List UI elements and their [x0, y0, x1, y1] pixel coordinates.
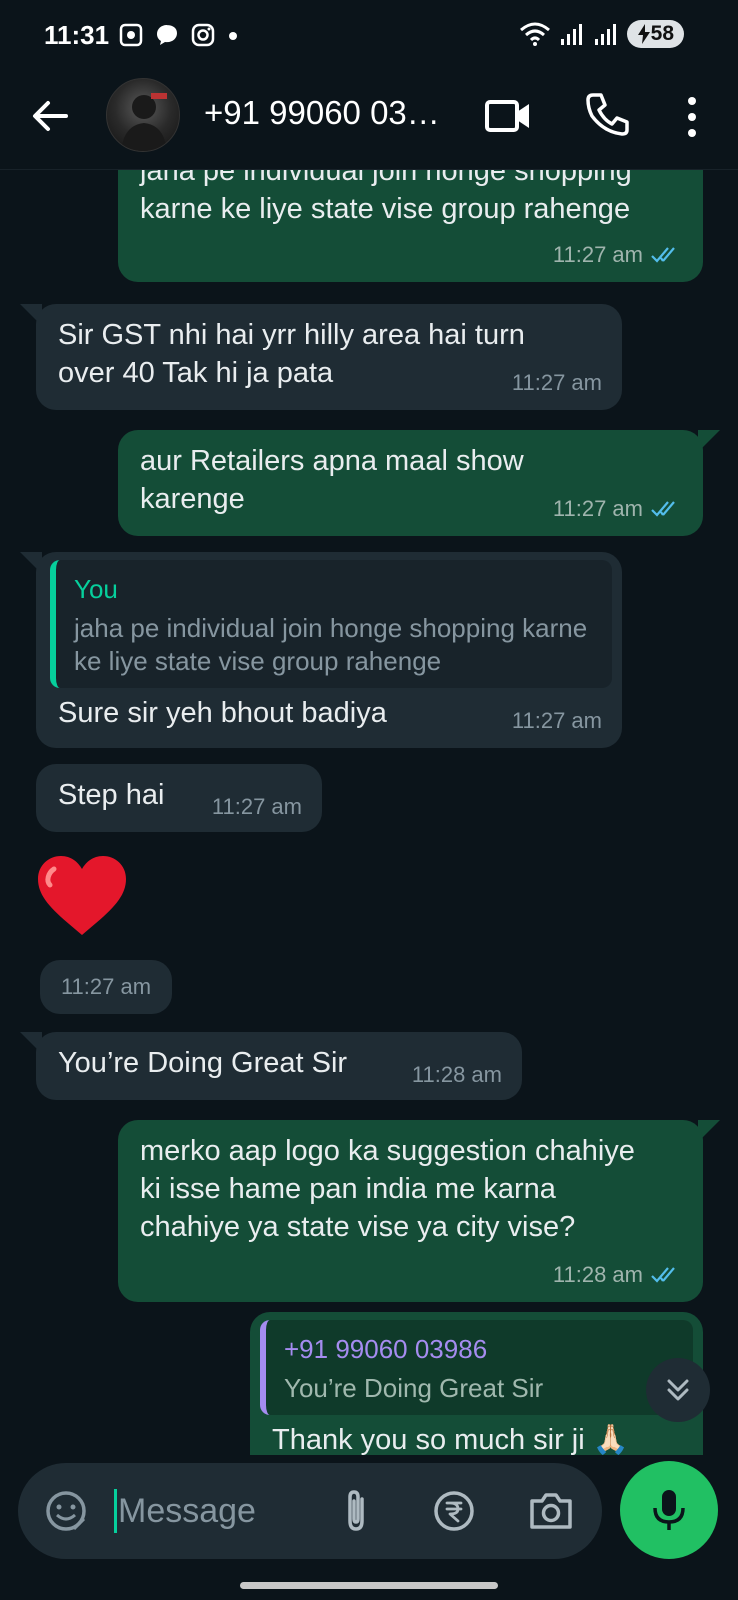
emoji-time-badge: 11:27 am [40, 960, 172, 1014]
message-time: 11:27 am [552, 496, 643, 521]
message-time: 11:27 am [60, 974, 152, 999]
signal-icon [594, 24, 616, 45]
message-outgoing[interactable]: merko aap logo ka suggestion chahiye ki … [118, 1120, 703, 1302]
message-incoming-reply[interactable]: You jaha pe individual join honge shoppi… [36, 552, 622, 748]
message-incoming[interactable]: You’re Doing Great Sir 11:28 am [36, 1032, 522, 1100]
microphone-icon [653, 1490, 685, 1530]
home-gesture-bar[interactable] [240, 1582, 498, 1589]
quoted-message[interactable]: +91 99060 03986 You’re Doing Great Sir [260, 1320, 693, 1415]
instagram-icon [191, 23, 215, 47]
message-list[interactable]: jaha pe individual join honge shopping k… [0, 170, 738, 1455]
avatar-person-icon [121, 93, 167, 151]
message-meta: 11:27 am [512, 364, 602, 402]
signal-icon [560, 24, 582, 45]
message-meta: 11:27 am [553, 490, 683, 528]
dot-icon [229, 32, 237, 40]
battery-indicator: 58 [626, 20, 684, 48]
compose-bar [18, 1463, 602, 1559]
system-icons: 58 [519, 20, 684, 48]
message-text: Sir GST nhi hai yrr hilly area hai turn … [58, 319, 525, 389]
scroll-to-bottom-button[interactable] [646, 1358, 710, 1422]
message-time: 11:27 am [211, 794, 302, 819]
message-text: jaha pe individual join honge shopping k… [140, 170, 632, 225]
voice-message-button[interactable] [620, 1461, 718, 1559]
message-incoming[interactable]: Step hai 11:27 am [36, 764, 322, 832]
message-time: 11:27 am [552, 242, 643, 267]
rupee-payment-icon[interactable] [432, 1489, 476, 1533]
battery-level: 58 [650, 22, 674, 45]
message-time: 11:28 am [552, 1262, 643, 1287]
status-time: 11:31 [44, 20, 110, 50]
message-meta: 11:28 am [553, 1256, 683, 1294]
read-ticks-icon [651, 1267, 675, 1283]
phone-icon[interactable] [584, 90, 632, 138]
message-meta: 11:27 am [553, 236, 683, 274]
wifi-icon [519, 22, 550, 46]
back-arrow-icon[interactable] [28, 94, 72, 138]
emoji-message[interactable] [36, 855, 128, 939]
status-bar: 11:31 58 [0, 0, 738, 70]
battery-charging-icon [637, 24, 650, 44]
video-call-icon[interactable] [484, 94, 532, 138]
red-heart-emoji [38, 856, 126, 935]
message-outgoing[interactable]: aur Retailers apna maal show karenge 11:… [118, 430, 703, 536]
message-meta: 11:27 am [212, 788, 302, 826]
message-time: 11:27 am [511, 708, 602, 733]
contact-avatar[interactable] [106, 78, 180, 152]
paperclip-icon[interactable] [334, 1487, 378, 1535]
message-meta: 11:28 am [412, 1056, 502, 1094]
message-text: Thank you so much sir ji 🙏🏻 [272, 1424, 629, 1455]
message-time: 11:28 am [411, 1062, 502, 1087]
double-chevron-down-icon [667, 1379, 689, 1401]
contact-name[interactable]: +91 99060 03… [204, 94, 440, 132]
text-caret [114, 1489, 117, 1533]
screenshot-icon [119, 23, 143, 47]
more-vert-icon[interactable] [680, 92, 704, 142]
quote-text: jaha pe individual join honge shopping k… [74, 613, 588, 676]
chat-bubble-icon [157, 25, 177, 45]
sticker-emoji-icon[interactable] [44, 1489, 88, 1533]
quote-text: You’re Doing Great Sir [284, 1373, 544, 1403]
message-outgoing-reply[interactable]: +91 99060 03986 You’re Doing Great Sir T… [250, 1312, 703, 1455]
message-incoming[interactable]: Sir GST nhi hai yrr hilly area hai turn … [36, 304, 622, 410]
chat-header: +91 99060 03… [0, 70, 738, 170]
read-ticks-icon [651, 501, 675, 517]
quote-author: +91 99060 03986 [284, 1334, 488, 1364]
quoted-message[interactable]: You jaha pe individual join honge shoppi… [50, 560, 612, 688]
read-ticks-icon [651, 247, 675, 263]
message-time: 11:27 am [511, 370, 602, 395]
camera-icon[interactable] [528, 1489, 574, 1533]
message-outgoing[interactable]: jaha pe individual join honge shopping k… [118, 170, 703, 282]
message-input[interactable] [118, 1483, 328, 1539]
message-text: aur Retailers apna maal show karenge [140, 445, 524, 515]
quote-author: You [74, 574, 118, 604]
notification-icons [118, 22, 240, 48]
message-text: merko aap logo ka suggestion chahiye ki … [140, 1135, 635, 1243]
message-meta: 11:27 am [512, 702, 602, 740]
